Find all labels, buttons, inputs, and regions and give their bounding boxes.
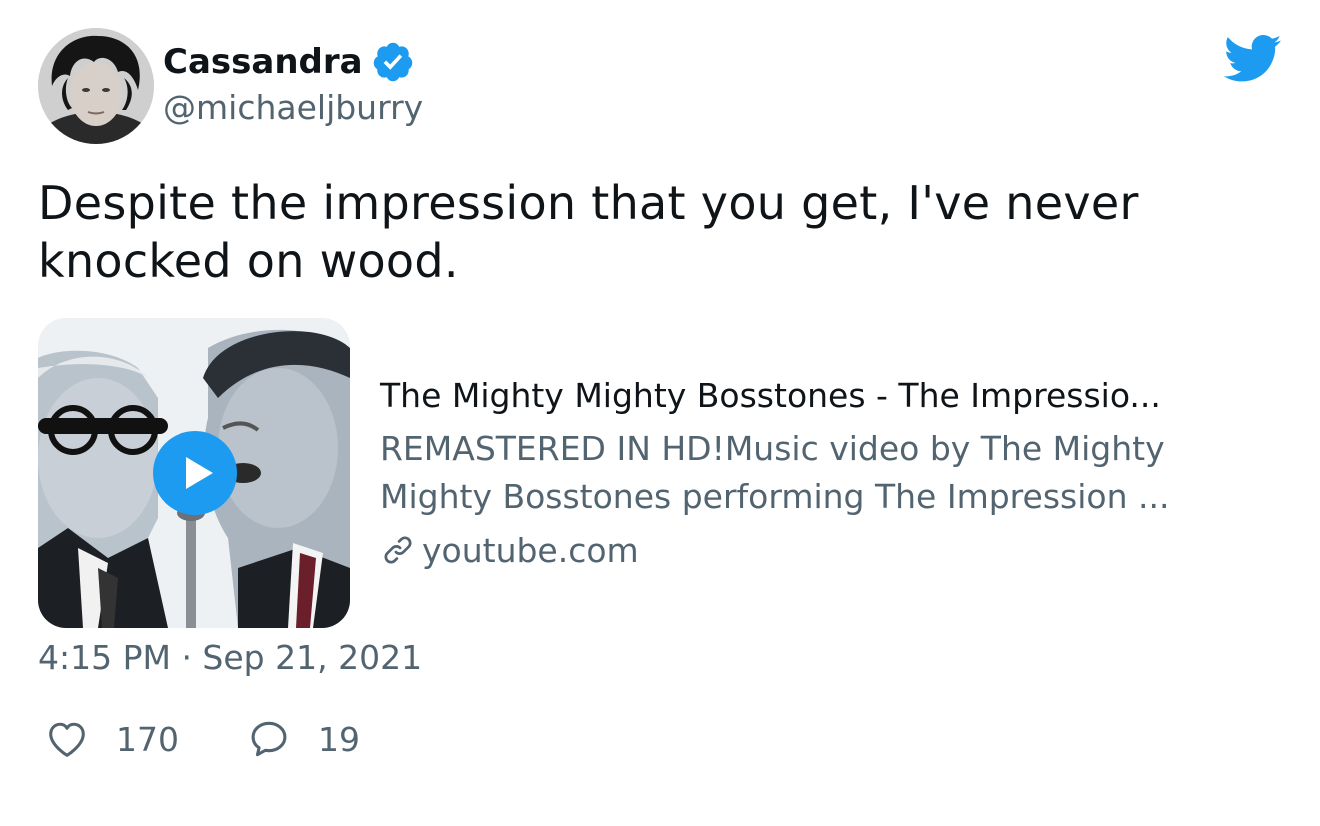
twitter-bird-icon[interactable] [1224, 34, 1282, 84]
play-icon[interactable] [153, 431, 237, 515]
link-card-domain-text: youtube.com [422, 530, 639, 570]
heart-icon [49, 722, 85, 757]
link-card-title[interactable]: The Mighty Mighty Bosstones - The Impres… [380, 374, 1260, 418]
avatar[interactable] [38, 28, 154, 144]
link-icon [384, 536, 412, 564]
link-card-description-line-1: REMASTERED IN HD!Music video by The Migh… [380, 429, 1165, 468]
verified-badge-icon [373, 42, 412, 82]
tweet-text: Despite the impression that you get, I'v… [38, 176, 1139, 288]
link-card-domain[interactable]: youtube.com [380, 528, 639, 572]
author-handle[interactable]: @michaeljburry [163, 88, 423, 127]
reply-bubble-icon [251, 721, 287, 757]
link-card-description[interactable]: REMASTERED IN HD!Music video by The Migh… [380, 425, 1260, 521]
tweet-timestamp[interactable]: 4:15 PM · Sep 21, 2021 [38, 636, 422, 680]
reply-button[interactable]: 19 [246, 716, 360, 762]
link-card-description-line-2: Mighty Bosstones performing The Impressi… [380, 477, 1170, 516]
like-button[interactable]: 170 [44, 716, 179, 762]
author-name-row[interactable]: Cassandra [163, 40, 415, 84]
tweet-embed: Cassandra @michaeljburry Despite the imp… [0, 0, 1320, 826]
author-name[interactable]: Cassandra [163, 42, 363, 82]
avatar-photo [38, 28, 154, 144]
like-count: 170 [116, 719, 179, 759]
reply-count: 19 [318, 719, 360, 759]
link-card-thumbnail[interactable] [38, 318, 350, 628]
